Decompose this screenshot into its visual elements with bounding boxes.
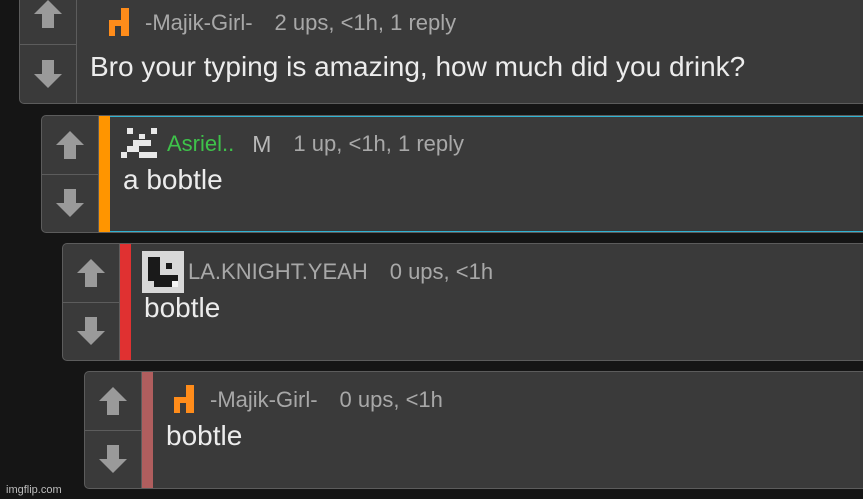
orange-pixel-chair-icon[interactable] [99, 2, 141, 44]
vote-column [63, 244, 120, 360]
upvote-button[interactable] [85, 372, 141, 430]
comment-meta: 0 ups, <1h [339, 387, 443, 412]
vote-column [42, 116, 99, 232]
vote-column [20, 0, 77, 103]
comment-4: -Majik-Girl- 0 ups, <1h bobtle [84, 371, 863, 489]
up-arrow-icon [77, 258, 105, 287]
mod-badge: M [252, 130, 272, 157]
orange-pixel-chair-icon[interactable] [164, 379, 206, 421]
comment-author[interactable]: LA.KNIGHT.YEAH [188, 259, 368, 285]
downvote-button[interactable] [20, 43, 76, 104]
watermark: imgflip.com [6, 484, 62, 496]
downvote-button[interactable] [85, 429, 141, 489]
up-arrow-icon [34, 0, 62, 29]
comment-meta: 2 ups, <1h, 1 reply [274, 10, 457, 35]
pixel-square-frame-icon[interactable] [142, 251, 184, 293]
comment-author[interactable]: Asriel.. [167, 131, 234, 157]
up-arrow-icon [56, 130, 84, 159]
comment-2: Asriel.. M 1 up, <1h, 1 reply a bobtle [41, 115, 863, 233]
comment-author[interactable]: -Majik-Girl- [145, 10, 253, 36]
comment-3: LA.KNIGHT.YEAH 0 ups, <1h bobtle [62, 243, 863, 361]
down-arrow-icon [56, 189, 84, 218]
pixel-face-icon[interactable] [121, 123, 163, 165]
comment-header: -Majik-Girl- 2 ups, <1h, 1 reply [89, 1, 863, 45]
downvote-button[interactable] [63, 301, 119, 361]
comment-header: -Majik-Girl- 0 ups, <1h [154, 378, 863, 422]
thread-depth-stripe [120, 244, 131, 360]
comment-meta: 1 up, <1h, 1 reply [293, 131, 465, 156]
comment-header: Asriel.. M 1 up, <1h, 1 reply [111, 122, 863, 166]
upvote-button[interactable] [42, 116, 98, 174]
up-arrow-icon [99, 386, 127, 415]
comment-body: a bobtle [123, 164, 223, 195]
downvote-button[interactable] [42, 173, 98, 233]
down-arrow-icon [34, 59, 62, 88]
thread-depth-stripe [99, 116, 110, 232]
thread-depth-stripe [142, 372, 153, 488]
comment-author[interactable]: -Majik-Girl- [210, 387, 318, 413]
comment-body: Bro your typing is amazing, how much did… [90, 51, 746, 82]
comment-header: LA.KNIGHT.YEAH 0 ups, <1h [132, 250, 863, 294]
comment-meta: 0 ups, <1h [389, 259, 494, 284]
comment-1: -Majik-Girl- 2 ups, <1h, 1 reply Bro you… [19, 0, 863, 104]
comment-body: bobtle [166, 420, 243, 451]
comment-body: bobtle [144, 292, 221, 323]
vote-column [85, 372, 142, 488]
upvote-button[interactable] [20, 0, 76, 44]
upvote-button[interactable] [63, 244, 119, 302]
down-arrow-icon [99, 445, 127, 474]
down-arrow-icon [77, 317, 105, 346]
